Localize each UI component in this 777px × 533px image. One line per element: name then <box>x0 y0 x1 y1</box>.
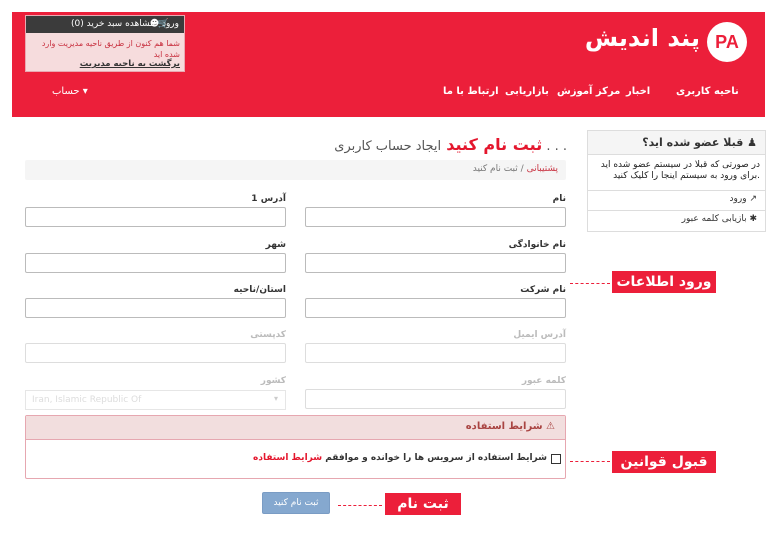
state-input[interactable] <box>25 298 286 318</box>
breadcrumb: پشتیبانی / ثبت نام کنید <box>25 160 566 180</box>
address1-label: آدرس 1 <box>251 194 286 204</box>
address1-input[interactable] <box>25 207 286 227</box>
company-label: نام شرکت <box>520 285 566 295</box>
login-icon: ↗ <box>749 194 757 204</box>
annotation-connector <box>338 505 382 506</box>
sidebar-item-password-reset[interactable]: بازیابی کلمه عبور ✱ <box>588 210 765 229</box>
top-bar: ☻ ورود مشاهده سبد خرید (0) 🛒 <box>26 16 184 33</box>
admin-notice-text: شما هم کنون از طریق ناحیه مدیریت وارد شد… <box>41 39 180 59</box>
user-icon: ♟ <box>747 136 757 149</box>
warning-icon: ⚠ <box>546 421 555 432</box>
site-logo-text[interactable]: پند اندیش <box>560 24 700 52</box>
nav-item-contact[interactable]: ارتباط با ما <box>443 86 499 97</box>
country-select[interactable]: Iran, Islamic Republic Of <box>25 390 286 410</box>
terms-link[interactable]: شرایط استفاده <box>253 453 322 463</box>
cart-icon: 🛒 <box>157 19 169 29</box>
login-panel-description: در صورتی که قبلا در سیستم عضو شده اید بر… <box>600 160 760 181</box>
sidebar-item-label: ورود <box>729 194 747 204</box>
sidebar-item-label: بازیابی کلمه عبور <box>681 214 747 224</box>
terms-panel-header: شرایط استفاده ⚠ <box>26 416 565 440</box>
breadcrumb-link-support[interactable]: پشتیبانی <box>527 164 558 174</box>
nav-item-education[interactable]: مرکز آموزش <box>557 86 620 97</box>
login-panel-title: قبلا عضو شده اید؟ ♟ <box>588 131 765 155</box>
sidebar-item-login[interactable]: ورود ↗ <box>588 190 765 209</box>
first-name-input[interactable] <box>305 207 566 227</box>
terms-agreement-label: شرایط استفاده از سرویس ها را خوانده و مو… <box>325 453 547 463</box>
page-title-main: ثبت نام کنید <box>446 135 543 154</box>
password-input[interactable] <box>305 389 566 409</box>
postcode-label: کدپستی <box>250 330 286 340</box>
asterisk-icon: ✱ <box>749 214 757 224</box>
annotation-accept-terms: قبول قوانین <box>612 451 716 473</box>
back-to-admin-link[interactable]: برگشت به ناحیه مدیریت <box>32 59 180 69</box>
terms-agreement-text: شرایط استفاده از سرویس ها را خوانده و مو… <box>190 453 547 463</box>
annotation-register: ثبت نام <box>385 493 461 515</box>
account-dropdown[interactable]: حساب ▾ <box>52 86 88 97</box>
nav-item-user-area[interactable]: ناحیه کاربری <box>676 86 739 97</box>
page-title: ثبت نام کنید ایجاد حساب کاربری . . . <box>320 135 567 154</box>
annotation-connector <box>570 461 610 462</box>
view-cart-label: مشاهده سبد خرید (0) <box>71 19 155 29</box>
password-label: کلمه عبور <box>521 376 566 386</box>
email-input[interactable] <box>305 343 566 363</box>
login-panel-title-text: قبلا عضو شده اید؟ <box>642 136 744 149</box>
register-button[interactable]: ثبت نام کنید <box>262 492 330 514</box>
terms-checkbox[interactable] <box>551 454 561 464</box>
annotation-info-entry: ورود اطلاعات <box>612 271 716 293</box>
logo-icon[interactable]: PA <box>707 22 747 62</box>
breadcrumb-separator: / <box>520 164 524 174</box>
company-input[interactable] <box>305 298 566 318</box>
terms-panel-title: شرایط استفاده <box>465 421 543 432</box>
nav-item-marketing[interactable]: بازاریابی <box>505 86 549 97</box>
last-name-input[interactable] <box>305 253 566 273</box>
annotation-connector <box>570 283 610 284</box>
city-label: شهر <box>265 240 286 250</box>
email-label: آدرس ایمیل <box>513 330 566 340</box>
nav-item-news[interactable]: اخبار <box>626 86 650 97</box>
view-cart-link[interactable]: مشاهده سبد خرید (0) 🛒 <box>71 19 169 29</box>
postcode-input[interactable] <box>25 343 286 363</box>
state-label: استان/ناحیه <box>233 285 286 295</box>
country-label: کشور <box>260 376 286 386</box>
city-input[interactable] <box>25 253 286 273</box>
first-name-label: نام <box>552 194 566 204</box>
last-name-label: نام خانوادگی <box>508 240 566 250</box>
chevron-down-icon: ▾ <box>274 394 279 403</box>
breadcrumb-current: ثبت نام کنید <box>472 164 518 174</box>
